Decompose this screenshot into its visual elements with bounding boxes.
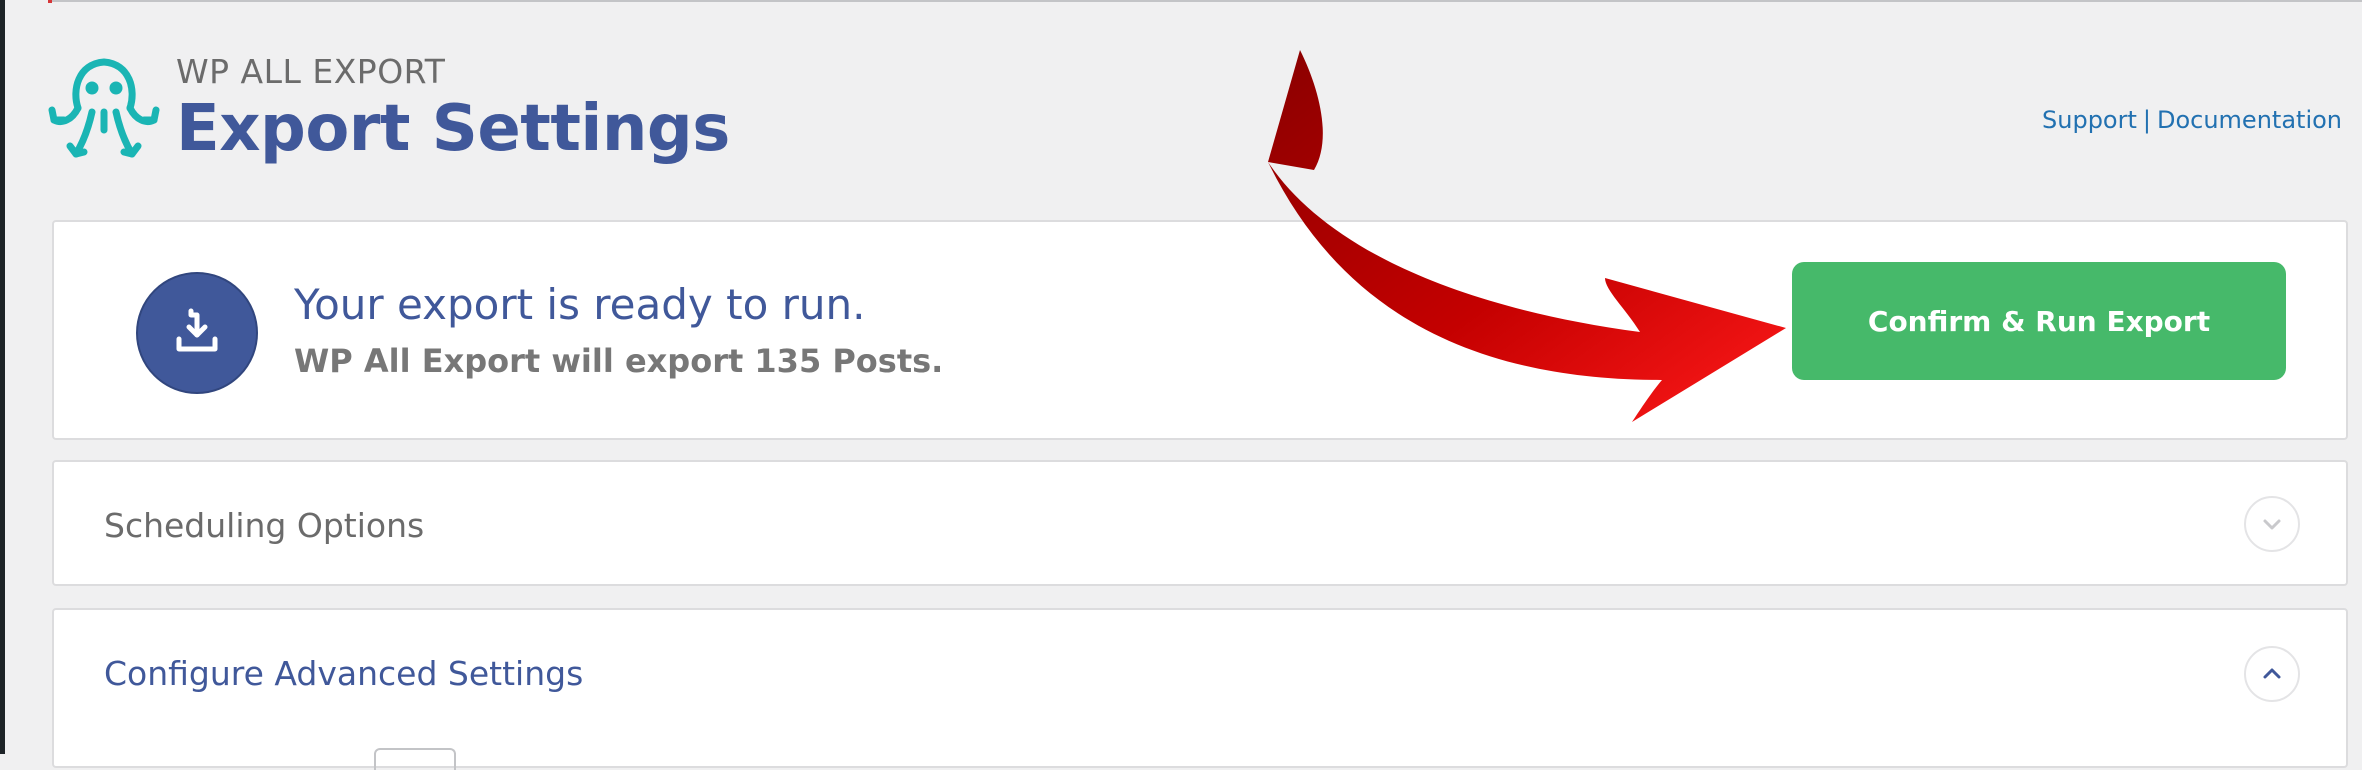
documentation-link[interactable]: Documentation bbox=[2157, 106, 2342, 134]
admin-bar-edge bbox=[0, 0, 5, 754]
scheduling-options-label: Scheduling Options bbox=[104, 506, 425, 545]
page-title: Export Settings bbox=[176, 92, 730, 166]
download-icon bbox=[136, 272, 258, 394]
export-ready-panel: Your export is ready to run. WP All Expo… bbox=[52, 220, 2348, 440]
ready-title: Your export is ready to run. bbox=[294, 280, 866, 329]
advanced-settings-section[interactable]: Configure Advanced Settings bbox=[52, 608, 2348, 770]
advanced-input-field[interactable] bbox=[374, 748, 456, 770]
link-separator: | bbox=[2142, 106, 2151, 134]
ready-subtitle: WP All Export will export 135 Posts. bbox=[294, 342, 944, 380]
chevron-up-icon[interactable] bbox=[2244, 646, 2300, 702]
header-links: Support | Documentation bbox=[2042, 106, 2342, 134]
scheduling-options-section[interactable]: Scheduling Options bbox=[52, 460, 2348, 586]
advanced-settings-label: Configure Advanced Settings bbox=[104, 654, 584, 693]
confirm-run-export-button[interactable]: Confirm & Run Export bbox=[1792, 262, 2286, 380]
support-link[interactable]: Support bbox=[2042, 106, 2137, 134]
top-divider-accent bbox=[48, 0, 52, 3]
chevron-down-icon[interactable] bbox=[2244, 496, 2300, 552]
octopus-logo-icon bbox=[48, 50, 160, 165]
brand-name: WP ALL EXPORT bbox=[176, 52, 446, 91]
red-arrow-annotation bbox=[1260, 50, 1790, 430]
top-divider bbox=[48, 0, 2362, 2]
